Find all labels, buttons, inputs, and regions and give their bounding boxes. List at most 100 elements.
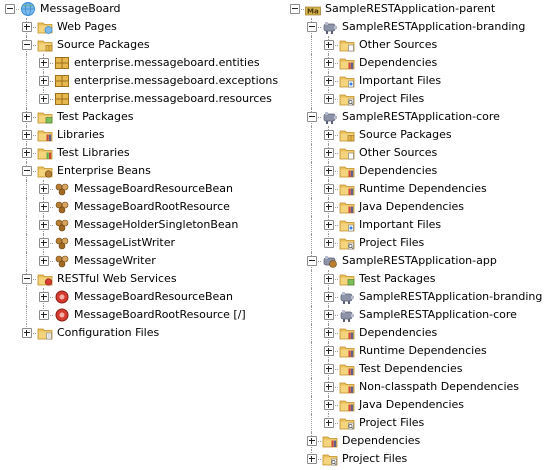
tree-row-enterprise-messageboard-entities[interactable]: enterprise.messageboard.entities [0, 54, 280, 72]
tree-row-web-pages[interactable]: Web Pages [0, 18, 280, 36]
tree-row-libraries[interactable]: Libraries [0, 126, 280, 144]
expand-toggle[interactable] [324, 238, 334, 248]
tree-node-label[interactable]: MessageBoardResourceBean [74, 290, 233, 304]
tree-node-label[interactable]: Non-classpath Dependencies [359, 380, 519, 394]
tree-node-label[interactable]: RESTful Web Services [57, 272, 177, 286]
tree-node-label[interactable]: SampleRESTApplication-app [342, 254, 497, 268]
tree-node-label[interactable]: Enterprise Beans [57, 164, 151, 178]
expand-toggle[interactable] [39, 238, 49, 248]
tree-node-label[interactable]: SampleRESTApplication-branding [342, 20, 525, 34]
tree-row-test-packages[interactable]: Test Packages [0, 108, 280, 126]
expand-toggle[interactable] [324, 274, 334, 284]
tree-node-label[interactable]: SampleRESTApplication-core [359, 308, 517, 322]
expand-toggle[interactable] [324, 58, 334, 68]
tree-row-test-libraries[interactable]: Test Libraries [0, 144, 280, 162]
expand-toggle[interactable] [324, 202, 334, 212]
tree-node-label[interactable]: Test Packages [57, 110, 133, 124]
tree-node-label[interactable]: MessageHolderSingletonBean [74, 218, 238, 232]
expand-toggle[interactable] [22, 328, 32, 338]
tree-row-samplerestapplication-parent[interactable]: Ma SampleRESTApplication-parent [286, 0, 555, 18]
tree-node-label[interactable]: Dependencies [359, 326, 437, 340]
tree-node-label[interactable]: Test Libraries [57, 146, 130, 160]
collapse-toggle[interactable] [22, 274, 32, 284]
tree-row-other-sources[interactable]: Other Sources [286, 36, 555, 54]
tree-row-samplerestapplication-app[interactable]: SampleRESTApplication-app [286, 252, 555, 270]
expand-toggle[interactable] [324, 382, 334, 392]
tree-row-java-dependencies[interactable]: Java Dependencies [286, 396, 555, 414]
tree-row-java-dependencies[interactable]: Java Dependencies [286, 198, 555, 216]
expand-toggle[interactable] [307, 454, 317, 464]
tree-node-label[interactable]: enterprise.messageboard.entities [74, 56, 260, 70]
tree-node-label[interactable]: MessageBoardRootResource [/] [74, 308, 246, 322]
tree-node-label[interactable]: Important Files [359, 218, 441, 232]
expand-toggle[interactable] [324, 220, 334, 230]
tree-node-label[interactable]: MessageBoard [40, 2, 121, 16]
tree-row-project-files[interactable]: Project Files [286, 414, 555, 432]
tree-row-non-classpath-dependencies[interactable]: Non-classpath Dependencies [286, 378, 555, 396]
collapse-toggle[interactable] [5, 4, 15, 14]
tree-node-label[interactable]: MessageListWriter [74, 236, 175, 250]
tree-row-messageholdersingletonbean[interactable]: MessageHolderSingletonBean [0, 216, 280, 234]
expand-toggle[interactable] [39, 58, 49, 68]
tree-row-dependencies[interactable]: Dependencies [286, 162, 555, 180]
expand-toggle[interactable] [324, 166, 334, 176]
tree-node-label[interactable]: Project Files [359, 416, 424, 430]
tree-node-label[interactable]: Test Packages [359, 272, 435, 286]
tree-row-runtime-dependencies[interactable]: Runtime Dependencies [286, 342, 555, 360]
tree-node-label[interactable]: Runtime Dependencies [359, 182, 487, 196]
tree-node-label[interactable]: Java Dependencies [359, 200, 464, 214]
tree-row-samplerestapplication-branding[interactable]: SampleRESTApplication-branding [286, 18, 555, 36]
tree-row-messageboardrootresource[interactable]: MessageBoardRootResource [0, 198, 280, 216]
tree-node-label[interactable]: Project Files [342, 452, 407, 466]
tree-row-other-sources[interactable]: Other Sources [286, 144, 555, 162]
expand-toggle[interactable] [324, 130, 334, 140]
tree-node-label[interactable]: Libraries [57, 128, 105, 142]
collapse-toggle[interactable] [22, 166, 32, 176]
expand-toggle[interactable] [307, 436, 317, 446]
tree-node-label[interactable]: SampleRESTApplication-branding [359, 290, 542, 304]
tree-node-label[interactable]: enterprise.messageboard.exceptions [74, 74, 278, 88]
tree-node-label[interactable]: MessageBoardRootResource [74, 200, 230, 214]
tree-node-label[interactable]: Dependencies [342, 434, 420, 448]
tree-row-test-packages[interactable]: Test Packages [286, 270, 555, 288]
expand-toggle[interactable] [324, 40, 334, 50]
tree-node-label[interactable]: enterprise.messageboard.resources [74, 92, 272, 106]
tree-row-messageboardrootresource[interactable]: MessageBoardRootResource [/] [0, 306, 280, 324]
tree-row-enterprise-messageboard-exceptions[interactable]: enterprise.messageboard.exceptions [0, 72, 280, 90]
tree-node-label[interactable]: Other Sources [359, 38, 437, 52]
tree-row-messageboardresourcebean[interactable]: MessageBoardResourceBean [0, 288, 280, 306]
expand-toggle[interactable] [22, 112, 32, 122]
tree-row-project-files[interactable]: Project Files [286, 450, 555, 468]
expand-toggle[interactable] [324, 94, 334, 104]
tree-row-samplerestapplication-core[interactable]: SampleRESTApplication-core [286, 108, 555, 126]
tree-node-label[interactable]: Project Files [359, 92, 424, 106]
tree-node-label[interactable]: Dependencies [359, 164, 437, 178]
expand-toggle[interactable] [324, 346, 334, 356]
tree-row-source-packages[interactable]: Source Packages [286, 126, 555, 144]
collapse-toggle[interactable] [22, 40, 32, 50]
expand-toggle[interactable] [39, 94, 49, 104]
tree-row-important-files[interactable]: Important Files [286, 72, 555, 90]
tree-row-messagewriter[interactable]: MessageWriter [0, 252, 280, 270]
tree-node-label[interactable]: MessageWriter [74, 254, 156, 268]
tree-node-label[interactable]: Project Files [359, 236, 424, 250]
expand-toggle[interactable] [39, 256, 49, 266]
tree-row-dependencies[interactable]: Dependencies [286, 324, 555, 342]
tree-node-label[interactable]: Important Files [359, 74, 441, 88]
tree-row-restful-web-services[interactable]: RESTful Web Services [0, 270, 280, 288]
expand-toggle[interactable] [22, 148, 32, 158]
tree-row-test-dependencies[interactable]: Test Dependencies [286, 360, 555, 378]
expand-toggle[interactable] [324, 292, 334, 302]
collapse-toggle[interactable] [290, 4, 300, 14]
expand-toggle[interactable] [39, 220, 49, 230]
tree-node-label[interactable]: Other Sources [359, 146, 437, 160]
tree-row-samplerestapplication-branding[interactable]: SampleRESTApplication-branding [286, 288, 555, 306]
collapse-toggle[interactable] [307, 112, 317, 122]
tree-row-project-files[interactable]: Project Files [286, 234, 555, 252]
expand-toggle[interactable] [324, 184, 334, 194]
tree-row-messagelistwriter[interactable]: MessageListWriter [0, 234, 280, 252]
tree-node-label[interactable]: Runtime Dependencies [359, 344, 487, 358]
tree-node-label[interactable]: Java Dependencies [359, 398, 464, 412]
expand-toggle[interactable] [324, 310, 334, 320]
expand-toggle[interactable] [39, 202, 49, 212]
